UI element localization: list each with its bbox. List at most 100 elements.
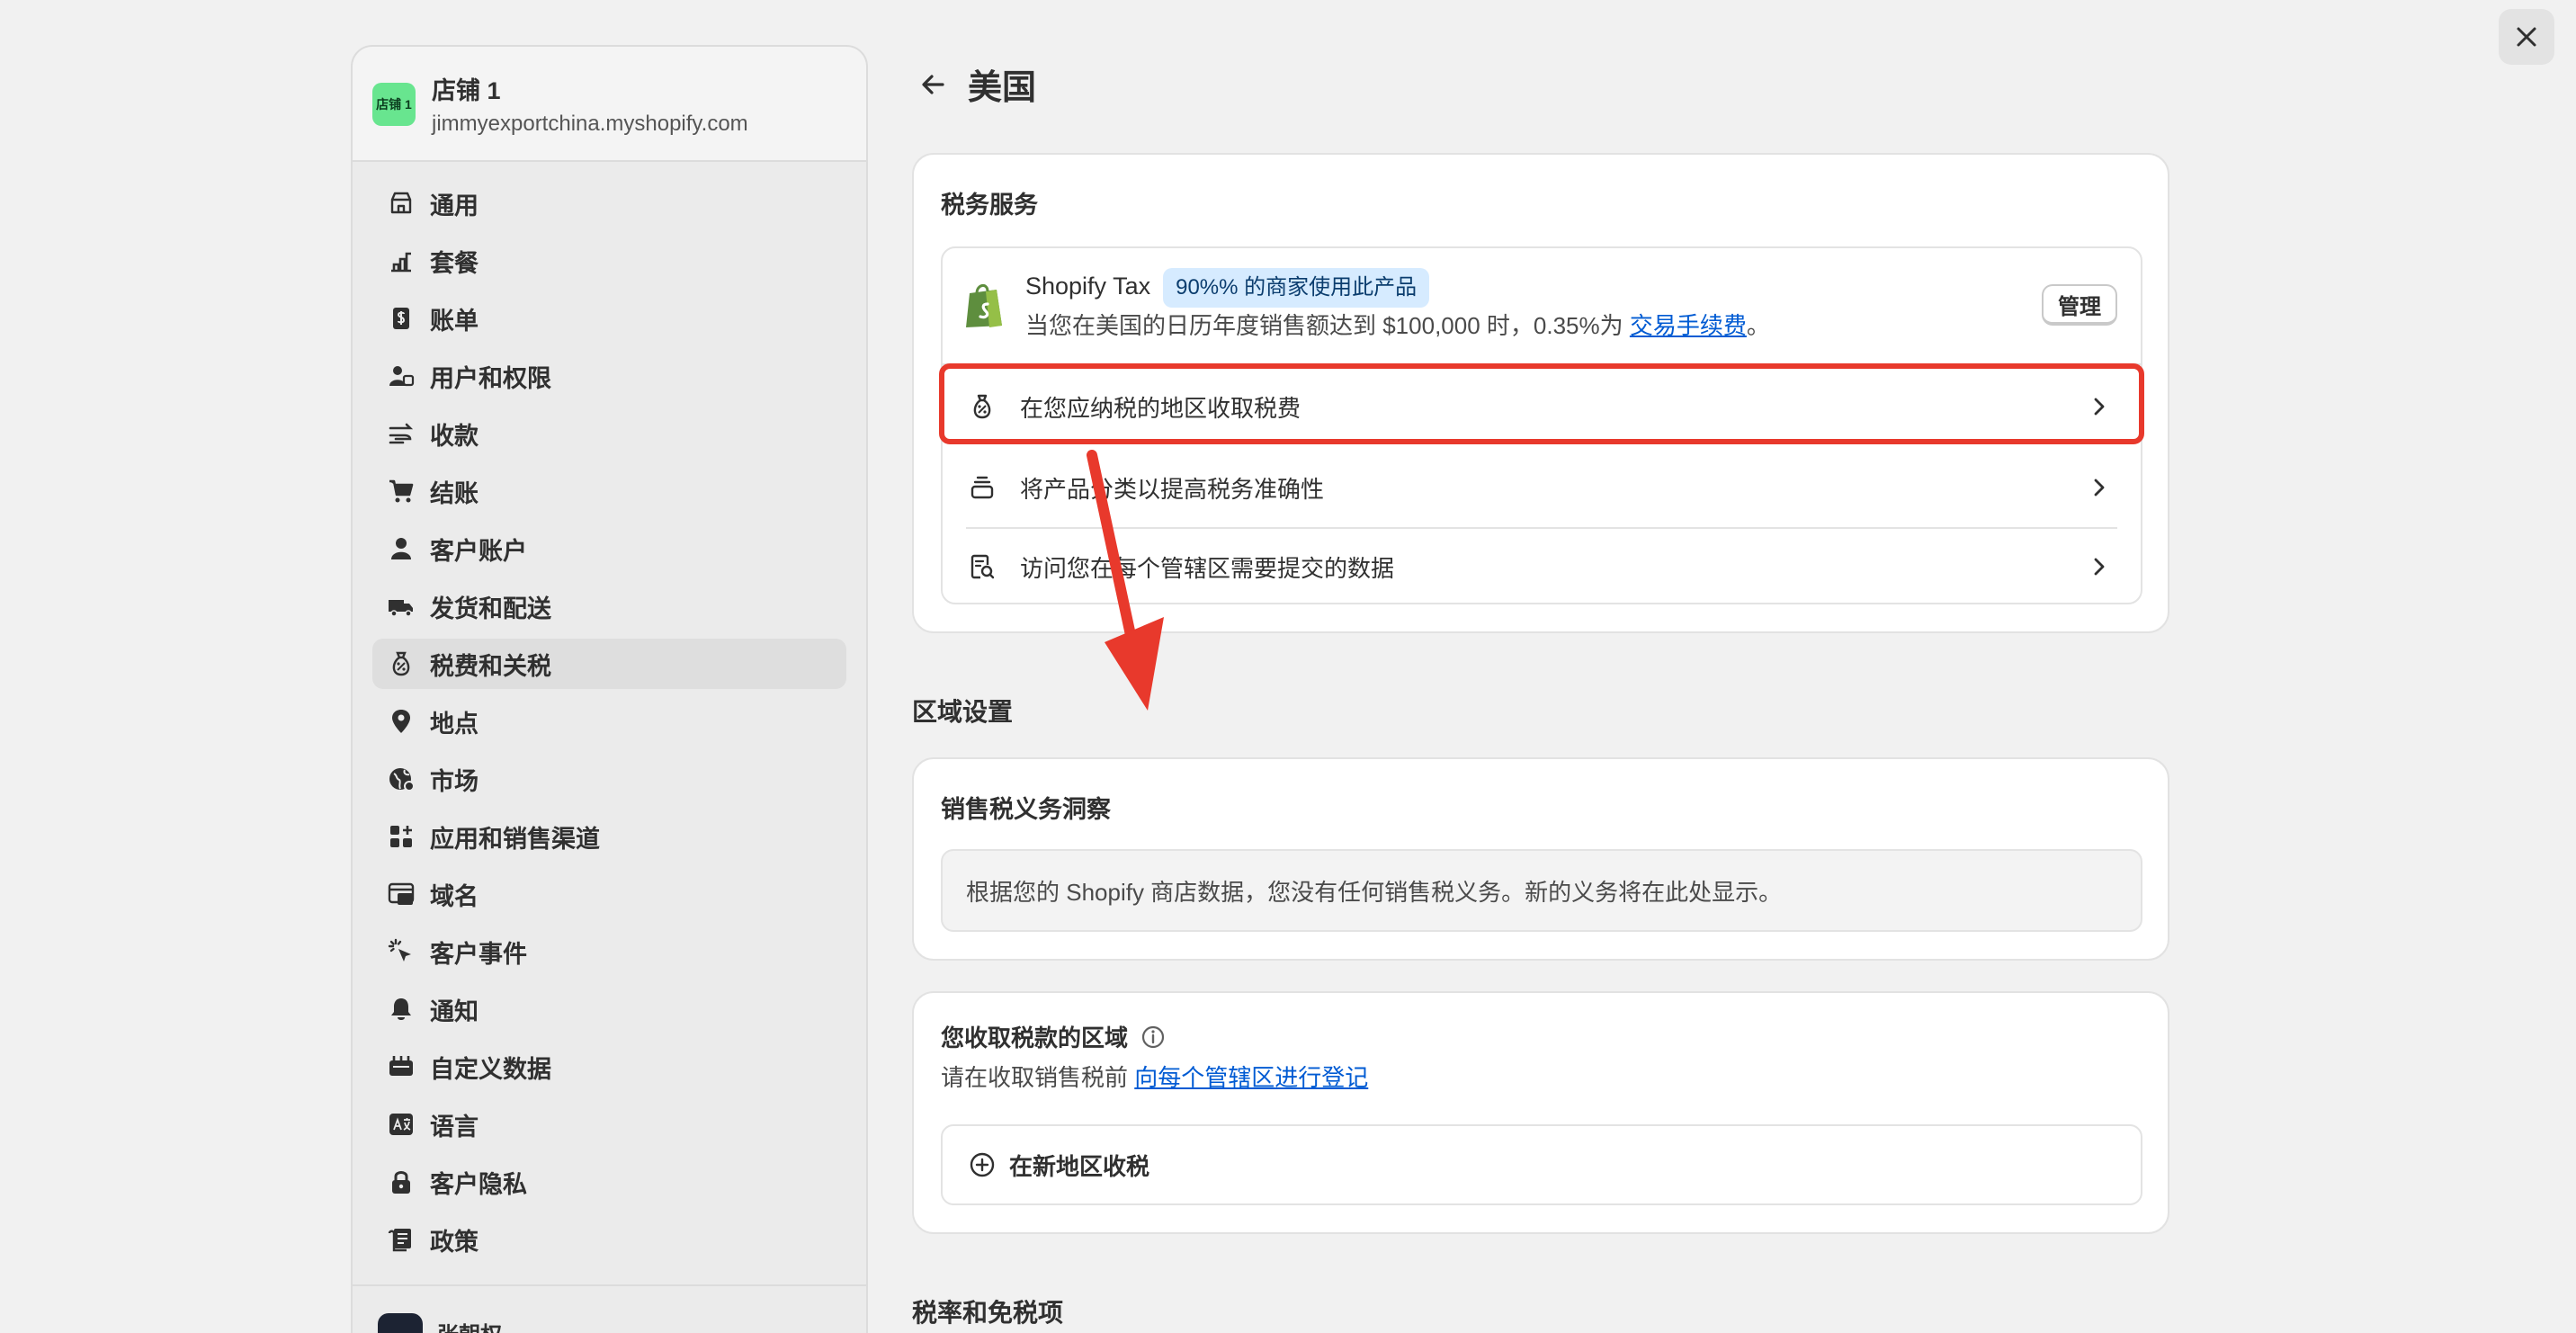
region-settings-heading: 区域设置 — [912, 698, 1014, 726]
store-icon — [387, 189, 416, 218]
truck-icon — [387, 592, 416, 621]
sidebar-item-policy[interactable]: 政策 — [372, 1214, 846, 1265]
sidebar-item-domain[interactable]: 域名 — [372, 869, 846, 919]
back-arrow-icon[interactable] — [917, 68, 950, 101]
sidebar-item-apps[interactable]: 应用和销售渠道 — [372, 811, 846, 862]
globe-icon — [387, 765, 416, 793]
sidebar-item-label: 域名 — [430, 882, 479, 910]
sidebar-item-label: 通用 — [430, 192, 479, 219]
location-icon — [387, 707, 416, 736]
bell-icon — [387, 995, 416, 1024]
sidebar-item-globe[interactable]: 市场 — [372, 754, 846, 804]
collect-taxes-row[interactable]: 在您应纳税的地区收取税费 — [943, 367, 2141, 446]
tax-bag-icon — [387, 649, 416, 678]
apps-icon — [387, 822, 416, 851]
domain-icon — [387, 880, 416, 908]
regions-hint-text: 请在收取销售税前 — [941, 1064, 1129, 1091]
sidebar-item-label: 市场 — [430, 767, 479, 795]
transaction-fee-link[interactable]: 交易手续费 — [1630, 312, 1747, 339]
settings-sidebar: 店铺 1 店铺 1 jimmyexportchina.myshopify.com… — [351, 45, 868, 1333]
tax-bag-icon — [973, 394, 991, 419]
sidebar-item-label: 政策 — [430, 1228, 479, 1256]
user-name: 张朝权 — [437, 1317, 502, 1333]
shopify-tax-description: 当您在美国的日历年度销售额达到 $100,000 时，0.35%为 交易手续费。 — [1025, 308, 1770, 344]
regions-hint: 请在收取销售税前 向每个管辖区进行登记 — [941, 1060, 1368, 1093]
lock-icon — [387, 1167, 416, 1196]
store-switcher[interactable]: 店铺 1 店铺 1 jimmyexportchina.myshopify.com — [353, 47, 866, 162]
shopify-bag-icon — [962, 281, 1006, 334]
policy-icon — [387, 1225, 416, 1254]
add-region-label: 在新地区收税 — [1009, 1152, 1150, 1180]
person-icon — [387, 534, 416, 563]
product-stack-icon — [970, 476, 994, 499]
close-icon — [2517, 27, 2536, 47]
product-name: Shopify Tax — [1025, 273, 1151, 300]
sidebar-item-users[interactable]: 用户和权限 — [372, 351, 846, 401]
chevron-right-icon — [2094, 558, 2105, 576]
sidebar-item-billing[interactable]: 账单 — [372, 293, 846, 344]
plus-circle-icon — [970, 1152, 995, 1177]
rates-heading: 税率和免税项 — [912, 1299, 1064, 1327]
plan-icon — [387, 246, 416, 275]
annotation-arrow-icon — [1087, 450, 1164, 711]
register-link[interactable]: 向每个管辖区进行登记 — [1134, 1064, 1368, 1091]
sidebar-item-label: 用户和权限 — [430, 364, 551, 392]
sidebar-item-label: 套餐 — [430, 249, 479, 277]
sidebar-item-label: 发货和配送 — [430, 595, 551, 622]
collect-taxes-label: 在您应纳税的地区收取税费 — [1020, 394, 1301, 422]
sidebar-item-label: 结账 — [430, 479, 479, 507]
sidebar-item-payments[interactable]: 收款 — [372, 408, 846, 459]
store-domain: jimmyexportchina.myshopify.com — [432, 112, 748, 136]
users-icon — [387, 362, 416, 390]
sidebar-item-location[interactable]: 地点 — [372, 696, 846, 747]
sidebar-item-cursor[interactable]: 客户事件 — [372, 926, 846, 977]
store-name: 店铺 1 — [432, 77, 501, 104]
billing-icon — [387, 304, 416, 333]
sidebar-item-tax-bag[interactable]: 税费和关税 — [372, 639, 846, 689]
manage-button[interactable]: 管理 — [2042, 284, 2117, 326]
sidebar-item-bell[interactable]: 通知 — [372, 984, 846, 1034]
divider — [943, 363, 2141, 365]
insights-title: 销售税义务洞察 — [941, 796, 1111, 823]
sidebar-item-cart[interactable]: 结账 — [372, 466, 846, 516]
sidebar-item-truck[interactable]: 发货和配送 — [372, 581, 846, 631]
cart-icon — [387, 477, 416, 505]
sidebar-item-data[interactable]: 自定义数据 — [372, 1042, 846, 1092]
sidebar-item-plan[interactable]: 套餐 — [372, 236, 846, 286]
sidebar-item-label: 客户账户 — [430, 537, 527, 565]
sidebar-item-label: 账单 — [430, 307, 479, 335]
sidebar-item-label: 收款 — [430, 422, 479, 450]
page-header: 美国 — [917, 59, 1036, 109]
sidebar-item-label: 语言 — [430, 1113, 479, 1141]
sidebar-item-label: 通知 — [430, 998, 479, 1025]
tax-regions-card: 您收取税款的区域 请在收取销售税前 向每个管辖区进行登记 在新地区收税 — [912, 991, 2169, 1234]
sidebar-item-label: 地点 — [430, 710, 479, 738]
regions-title-row: 您收取税款的区域 — [941, 1020, 1166, 1053]
sidebar-item-lock[interactable]: 客户隐私 — [372, 1157, 846, 1207]
page-title: 美国 — [968, 69, 1037, 107]
payments-icon — [387, 419, 416, 448]
usage-badge: 90%% 的商家使用此产品 — [1163, 268, 1430, 308]
sidebar-item-store[interactable]: 通用 — [372, 178, 846, 228]
store-avatar: 店铺 1 — [372, 83, 416, 126]
sales-tax-insights-card: 销售税义务洞察 根据您的 Shopify 商店数据，您没有任何销售税义务。新的义… — [912, 757, 2169, 961]
sidebar-item-person[interactable]: 客户账户 — [372, 523, 846, 574]
description-end: 。 — [1746, 312, 1770, 339]
settings-nav: 通用套餐账单用户和权限收款结账客户账户发货和配送税费和关税地点市场应用和销售渠道… — [353, 162, 866, 1265]
sidebar-item-label: 自定义数据 — [430, 1055, 551, 1083]
user-menu[interactable]: 张朝权 — [353, 1284, 866, 1333]
report-search-icon — [970, 554, 995, 579]
regions-title: 您收取税款的区域 — [941, 1024, 1129, 1051]
sidebar-item-label: 客户隐私 — [430, 1170, 527, 1198]
add-region-button[interactable]: 在新地区收税 — [941, 1124, 2142, 1205]
data-icon — [387, 1052, 416, 1081]
chevron-right-icon — [2094, 398, 2105, 416]
shopify-tax-heading: Shopify Tax 90%% 的商家使用此产品 — [1025, 268, 1430, 308]
sidebar-item-label: 客户事件 — [430, 940, 527, 968]
language-icon — [387, 1110, 416, 1139]
description-text: 当您在美国的日历年度销售额达到 $100,000 时，0.35%为 — [1025, 312, 1623, 339]
chevron-right-icon — [2094, 479, 2105, 497]
sidebar-item-language[interactable]: 语言 — [372, 1099, 846, 1150]
close-button[interactable] — [2499, 9, 2554, 65]
info-icon[interactable] — [1140, 1024, 1166, 1050]
